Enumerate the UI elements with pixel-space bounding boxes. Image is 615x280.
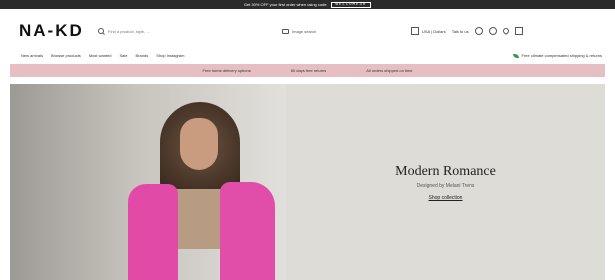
pink-coat-right <box>220 182 275 280</box>
main-nav: New arrivals Browse products Most wanted… <box>21 53 184 58</box>
camera-icon <box>282 28 289 34</box>
image-search-label: Image search <box>292 28 317 34</box>
store-label: USA | Dollars <box>422 28 446 34</box>
announcement-bar: Get 30% OFF your first order when using … <box>0 0 615 9</box>
store-selector[interactable]: USA | Dollars <box>411 27 446 35</box>
account-icon[interactable] <box>474 27 483 35</box>
benefit-item: All orders shipped on time <box>366 68 413 73</box>
shop-collection-wrapper: Shop collection <box>286 195 605 201</box>
shop-collection-link[interactable]: Shop collection <box>429 195 463 201</box>
pink-coat-left <box>128 184 178 280</box>
hero-text-panel: Modern Romance Designed by Melani Trens … <box>286 84 605 280</box>
hero-image <box>10 84 286 280</box>
wishlist-icon[interactable] <box>501 26 510 36</box>
search-input[interactable] <box>108 28 198 34</box>
leaf-icon <box>512 53 519 58</box>
announcement-text: Get 30% OFF your first order when using … <box>243 2 327 7</box>
benefit-item: 60 days free returns <box>290 68 327 73</box>
hero-banner[interactable]: Modern Romance Designed by Melani Trens … <box>10 84 605 280</box>
benefit-item: Free home delivery options <box>202 68 251 73</box>
search-icon <box>98 28 104 34</box>
nav-item-most-wanted[interactable]: Most wanted <box>89 53 112 58</box>
nav-item-brands[interactable]: Brands <box>136 53 149 58</box>
chat-link[interactable]: Talk to us <box>452 29 469 34</box>
discount-code[interactable]: WELCOME30 <box>330 1 372 8</box>
hero-subtitle: Designed by Melani Trens <box>416 183 475 189</box>
search-bar[interactable] <box>98 26 198 36</box>
header-tools: USA | Dollars Talk to us <box>411 25 523 37</box>
nav-item-browse-products[interactable]: Browse products <box>51 53 81 58</box>
nav-item-new-arrivals[interactable]: New arrivals <box>21 53 43 58</box>
model-face <box>180 118 218 170</box>
nav-item-sale[interactable]: Sale <box>120 53 128 58</box>
image-search-button[interactable]: Image search <box>282 26 316 36</box>
nav-item-shop-instagram[interactable]: Shop Instagram <box>156 53 184 58</box>
settings-icon[interactable] <box>488 27 497 35</box>
hero-title: Modern Romance <box>395 164 496 179</box>
chat-label: Talk to us <box>451 28 469 34</box>
shipping-promo-text: Free climate compensated shipping & retu… <box>521 53 602 58</box>
shipping-promo[interactable]: Free climate compensated shipping & retu… <box>512 53 602 58</box>
bag-icon[interactable] <box>514 27 523 35</box>
site-header: NA-KD Image search USA | Dollars Talk to… <box>0 9 615 61</box>
logo[interactable]: NA-KD <box>19 21 84 41</box>
benefits-bar: Free home delivery options 60 days free … <box>10 64 605 77</box>
flag-icon <box>411 27 419 35</box>
